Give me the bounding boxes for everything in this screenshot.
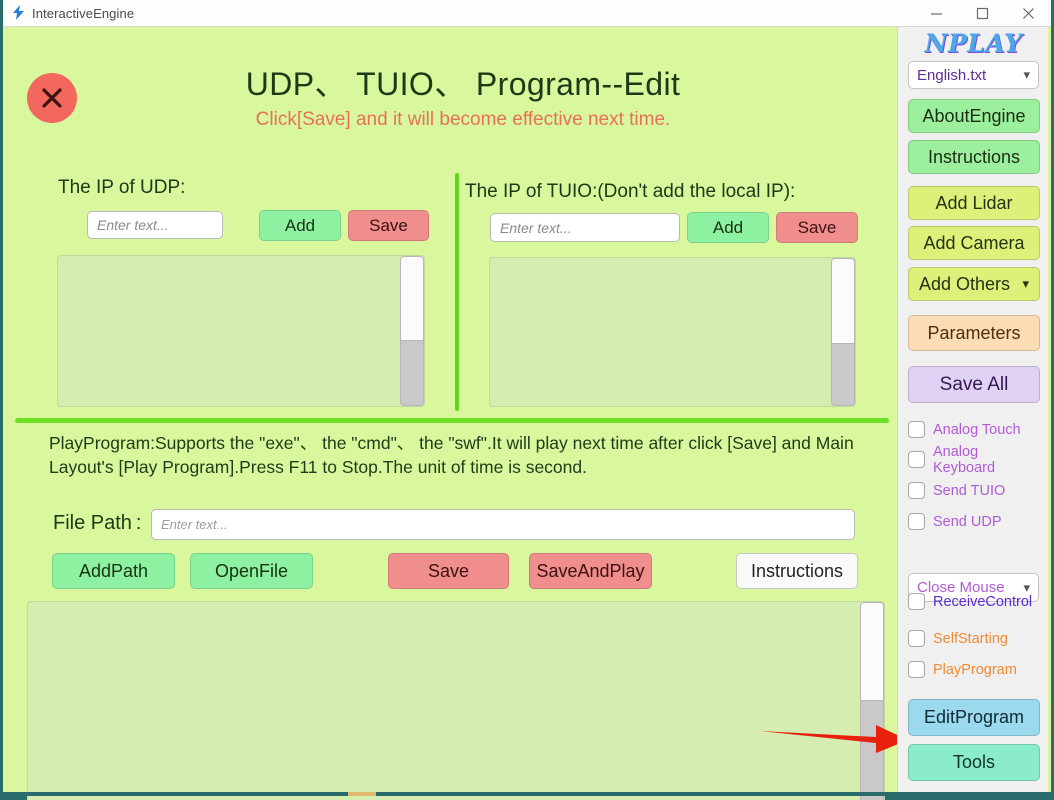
checkbox-label: Analog Touch: [933, 421, 1021, 438]
file-path-label: File Path :: [53, 512, 142, 534]
add-others-label: Add Others: [919, 273, 1011, 294]
lightning-bolt-icon: [12, 4, 25, 22]
scrollbar-thumb[interactable]: [861, 603, 883, 701]
about-engine-button[interactable]: AboutEngine: [908, 99, 1040, 133]
save-and-play-button[interactable]: SaveAndPlay: [529, 553, 652, 589]
checkbox-box[interactable]: [908, 513, 925, 530]
add-lidar-button[interactable]: Add Lidar: [908, 186, 1040, 220]
checkbox-play-program[interactable]: PlayProgram: [908, 658, 1044, 681]
udp-save-button[interactable]: Save: [348, 210, 429, 241]
panel-vertical-divider: [455, 173, 459, 411]
program-list-scrollbar[interactable]: [860, 602, 884, 800]
udp-list-scrollbar[interactable]: [400, 256, 424, 406]
tuio-ip-list[interactable]: [489, 257, 856, 407]
save-all-button[interactable]: Save All: [908, 366, 1040, 403]
udp-section-label: The IP of UDP:: [58, 177, 186, 198]
tuio-ip-input[interactable]: Enter text...: [490, 213, 680, 242]
checkbox-box[interactable]: [908, 630, 925, 647]
instructions-button[interactable]: Instructions: [736, 553, 858, 589]
checkbox-label: Analog Keyboard: [933, 443, 996, 476]
checkbox-self-starting[interactable]: SelfStarting: [908, 627, 1044, 650]
save-button[interactable]: Save: [388, 553, 509, 589]
main-content-area: UDP、 TUIO、 Program--Edit Click[Save] and…: [3, 27, 908, 800]
bottom-accent-marker: [348, 792, 376, 796]
page-title: UDP、 TUIO、 Program--Edit: [245, 66, 681, 102]
edit-program-button[interactable]: EditProgram: [908, 699, 1040, 736]
minimize-button[interactable]: [913, 0, 959, 27]
checkbox-box[interactable]: [908, 482, 925, 499]
window-titlebar: InteractiveEngine: [3, 0, 1051, 27]
tuio-section-label: The IP of TUIO:(Don't add the local IP):: [465, 181, 796, 202]
application-window: InteractiveEngine UDP、 TUIO、 Program--Ed…: [0, 0, 1054, 800]
close-x-icon[interactable]: [27, 73, 77, 123]
language-select-value: English.txt: [917, 66, 987, 84]
red-arrow-icon: [758, 717, 918, 757]
checkbox-receive-control[interactable]: ReceiveControl: [908, 590, 1044, 613]
tuio-list-scrollbar[interactable]: [831, 258, 855, 406]
chevron-down-icon: ▾: [1022, 276, 1029, 291]
language-select[interactable]: English.txt ▾: [908, 61, 1039, 89]
right-sidebar: NPLAY English.txt ▾ AboutEngine Instruct…: [897, 27, 1048, 796]
program-list[interactable]: [27, 601, 885, 800]
checkbox-send-tuio[interactable]: Send TUIO: [908, 479, 1044, 502]
window-bottom-border: [3, 792, 1054, 796]
section-horizontal-divider: [15, 418, 889, 423]
checkbox-box[interactable]: [908, 593, 925, 610]
add-others-button[interactable]: Add Others ▾: [908, 267, 1040, 301]
playprogram-description: PlayProgram:Supports the "exe"、 the "cmd…: [49, 433, 854, 478]
checkbox-label: Send TUIO: [933, 482, 1006, 499]
checkbox-analog-touch[interactable]: Analog Touch: [908, 418, 1044, 441]
close-button[interactable]: [1005, 0, 1051, 27]
file-path-input[interactable]: Enter text...: [151, 509, 855, 540]
window-controls: [913, 0, 1051, 27]
checkbox-label: SelfStarting: [933, 630, 1008, 647]
sidebar-instructions-button[interactable]: Instructions: [908, 140, 1040, 174]
checkbox-box[interactable]: [908, 451, 925, 468]
tuio-save-button[interactable]: Save: [776, 212, 858, 243]
udp-ip-input[interactable]: Enter text...: [87, 211, 223, 239]
chevron-down-icon: ▾: [1023, 67, 1030, 82]
parameters-button[interactable]: Parameters: [908, 315, 1040, 351]
add-path-button[interactable]: AddPath: [52, 553, 175, 589]
scrollbar-thumb[interactable]: [832, 259, 854, 344]
checkbox-label: PlayProgram: [933, 661, 1017, 678]
checkbox-send-udp[interactable]: Send UDP: [908, 510, 1044, 533]
page-subtitle: Click[Save] and it will become effective…: [255, 109, 671, 130]
checkbox-box[interactable]: [908, 421, 925, 438]
open-file-button[interactable]: OpenFile: [190, 553, 313, 589]
window-title: InteractiveEngine: [32, 5, 135, 21]
tools-button[interactable]: Tools: [908, 744, 1040, 781]
checkbox-analog-keyboard[interactable]: Analog Keyboard: [908, 444, 1044, 476]
checkbox-label: ReceiveControl: [933, 593, 1033, 610]
udp-add-button[interactable]: Add: [259, 210, 341, 241]
checkbox-label: Send UDP: [933, 513, 1002, 530]
maximize-button[interactable]: [959, 0, 1005, 27]
scrollbar-thumb[interactable]: [401, 257, 423, 342]
tuio-add-button[interactable]: Add: [687, 212, 769, 243]
udp-ip-list[interactable]: [57, 255, 425, 407]
nplay-logo: NPLAY: [924, 28, 1023, 58]
checkbox-box[interactable]: [908, 661, 925, 678]
add-camera-button[interactable]: Add Camera: [908, 226, 1040, 260]
